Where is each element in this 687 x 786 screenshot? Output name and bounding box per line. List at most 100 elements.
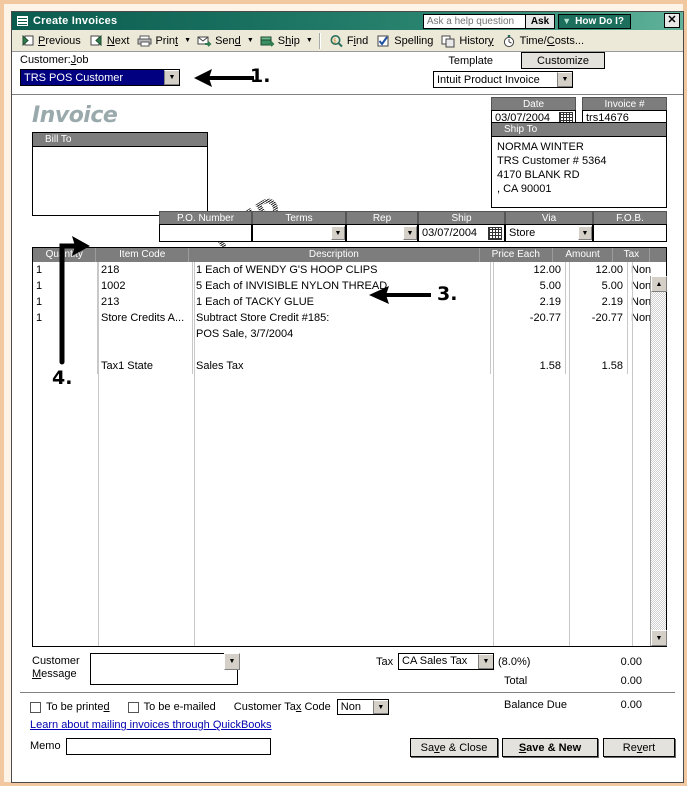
rep-dropdown-icon[interactable]: ▼	[403, 226, 417, 240]
table-row-continuation[interactable]: POS Sale, 3/7/2004	[33, 326, 666, 342]
terms-dropdown-icon[interactable]: ▼	[331, 226, 345, 240]
cell-description: 1 Each of WENDY G'S HOOP CLIPS	[193, 262, 491, 278]
outer-frame: Create Invoices Ask ▼ How Do I? ✕ Previo…	[0, 0, 687, 786]
column-header-price-each: Price Each	[480, 248, 553, 262]
toolbar-separator	[318, 32, 321, 49]
grid-divider	[632, 262, 633, 646]
toolbar-button-spelling[interactable]: Spelling	[372, 31, 437, 51]
meta-header: F.O.B.	[593, 211, 667, 224]
customer-message-dropdown-icon[interactable]: ▼	[224, 653, 240, 670]
cell-item-code: Tax1 State	[98, 358, 193, 374]
line-items-rows: 1 218 1 Each of WENDY G'S HOOP CLIPS 12.…	[33, 262, 667, 646]
customer-job-combo[interactable]: TRS POS Customer ▼	[20, 69, 180, 86]
toolbar-button-history[interactable]: History	[437, 31, 497, 51]
line-items-header-row: Quantity Item Code Description Price Eac…	[33, 248, 666, 262]
customer-message-input[interactable]	[90, 653, 238, 685]
table-row[interactable]: 1 1002 5 Each of INVISIBLE NYLON THREAD …	[33, 278, 666, 294]
learn-about-mailing-link[interactable]: Learn about mailing invoices through Qui…	[30, 719, 272, 731]
ask-help-input[interactable]	[422, 13, 526, 29]
ship-date-input[interactable]: 03/07/2004	[418, 224, 505, 242]
how-do-i-label: How Do I?	[575, 15, 624, 27]
title-bar: Create Invoices Ask ▼ How Do I? ✕	[12, 12, 683, 30]
revert-button[interactable]: Revert	[603, 738, 675, 757]
scroll-up-icon[interactable]: ▲	[651, 276, 667, 292]
via-dropdown-icon[interactable]: ▼	[578, 226, 592, 240]
terms-input[interactable]: ▼	[252, 224, 346, 242]
envelope-icon	[197, 34, 212, 48]
customer-tax-code-combo[interactable]: Non ▼	[336, 699, 389, 715]
tax-dropdown-icon[interactable]: ▼	[478, 654, 493, 669]
ship-dropdown-icon[interactable]: ▼	[304, 32, 315, 50]
checkbox-icon	[127, 701, 139, 713]
tax-percent: (8.0%)	[498, 656, 531, 668]
column-header-description: Description	[189, 248, 480, 262]
close-icon[interactable]: ✕	[664, 13, 680, 28]
how-do-i-button[interactable]: ▼ How Do I?	[558, 13, 631, 29]
cell-item-code	[98, 326, 193, 342]
table-row[interactable]: 1 213 1 Each of TACKY GLUE 2.19 2.19 Non	[33, 294, 666, 310]
template-dropdown-icon[interactable]: ▼	[557, 72, 572, 87]
memo-input[interactable]	[66, 738, 271, 755]
customer-tax-code-dropdown-icon[interactable]: ▼	[372, 700, 388, 714]
customer-job-dropdown-icon[interactable]: ▼	[164, 70, 179, 85]
print-dropdown-icon[interactable]: ▼	[182, 32, 193, 50]
ship-to-line: 4170 BLANK RD	[497, 169, 580, 181]
cell-amount: 12.00	[566, 262, 628, 278]
toolbar-label-next: Next	[106, 34, 130, 47]
grid-divider	[569, 262, 570, 646]
to-be-printed-checkbox[interactable]: To be printed	[30, 701, 110, 713]
rep-input[interactable]: ▼	[346, 224, 418, 242]
fob-input[interactable]	[593, 224, 667, 242]
bill-to-box[interactable]: Bill To	[32, 132, 208, 216]
cell-price-each: 2.19	[491, 294, 566, 310]
calendar-icon[interactable]	[488, 226, 502, 240]
toolbar-button-find[interactable]: $ Find	[325, 31, 372, 51]
toolbar-button-previous[interactable]: Previous	[16, 31, 85, 51]
scroll-down-icon[interactable]: ▼	[651, 630, 667, 646]
stopwatch-icon	[502, 34, 517, 48]
table-row[interactable]: Tax1 State Sales Tax 1.58 1.58	[33, 358, 666, 374]
customer-job-label: Customer:Job	[20, 54, 89, 66]
meta-header: Rep	[346, 211, 418, 224]
ship-to-header: Ship To	[492, 123, 666, 137]
customize-button[interactable]: Customize	[521, 52, 605, 69]
svg-text:$: $	[333, 37, 337, 44]
previous-icon	[20, 34, 35, 48]
window-menu-icon[interactable]	[16, 15, 29, 27]
invoice-number-header: Invoice #	[582, 97, 667, 110]
ship-to-line: TRS Customer # 5364	[497, 155, 607, 167]
ship-to-line: NORMA WINTER	[497, 141, 584, 153]
cell-price-each: 5.00	[491, 278, 566, 294]
total-amount: 0.00	[620, 675, 642, 687]
column-header-item-code: Item Code	[96, 248, 190, 262]
customer-message-label: Customer Message	[32, 655, 80, 680]
toolbar-button-next[interactable]: Next	[85, 31, 134, 51]
tax-combo[interactable]: CA Sales Tax ▼	[398, 653, 494, 670]
table-row[interactable]: 1 218 1 Each of WENDY G'S HOOP CLIPS 12.…	[33, 262, 666, 278]
toolbar-button-time-costs[interactable]: Time/Costs...	[498, 31, 588, 51]
po-number-input[interactable]	[159, 224, 252, 242]
spellcheck-icon	[376, 34, 391, 48]
save-and-new-button[interactable]: Save & New	[502, 738, 598, 757]
annotation-4-arrow	[59, 236, 90, 365]
to-be-emailed-checkbox[interactable]: To be e-mailed	[127, 701, 216, 713]
ask-button[interactable]: Ask	[525, 13, 556, 29]
save-and-close-button[interactable]: Save & Close	[410, 738, 498, 757]
template-combo[interactable]: Intuit Product Invoice ▼	[433, 71, 573, 88]
customer-job-value: TRS POS Customer	[21, 70, 164, 85]
grid-vertical-scrollbar[interactable]: ▲ ▼	[650, 276, 667, 646]
magnifier-icon: $	[329, 34, 344, 48]
next-icon	[89, 34, 104, 48]
via-input[interactable]: Store ▼	[505, 224, 593, 242]
tax-amount: 0.00	[620, 656, 642, 668]
invoice-meta-table: P.O. Number Terms ▼ Rep ▼ Ship 03/07/200…	[159, 211, 667, 242]
help-search-group: Ask	[422, 13, 556, 29]
toolbar-button-ship[interactable]: Ship	[256, 31, 304, 51]
ship-to-box[interactable]: Ship To NORMA WINTER TRS Customer # 5364…	[491, 122, 667, 208]
send-dropdown-icon[interactable]: ▼	[245, 32, 256, 50]
toolbar-button-print[interactable]: Print	[133, 31, 182, 51]
table-row[interactable]: 1 Store Credits A... Subtract Store Cred…	[33, 310, 666, 326]
toolbar-button-send[interactable]: Send	[193, 31, 245, 51]
date-header: Date	[491, 97, 576, 110]
invoice-heading: Invoice	[32, 103, 118, 128]
